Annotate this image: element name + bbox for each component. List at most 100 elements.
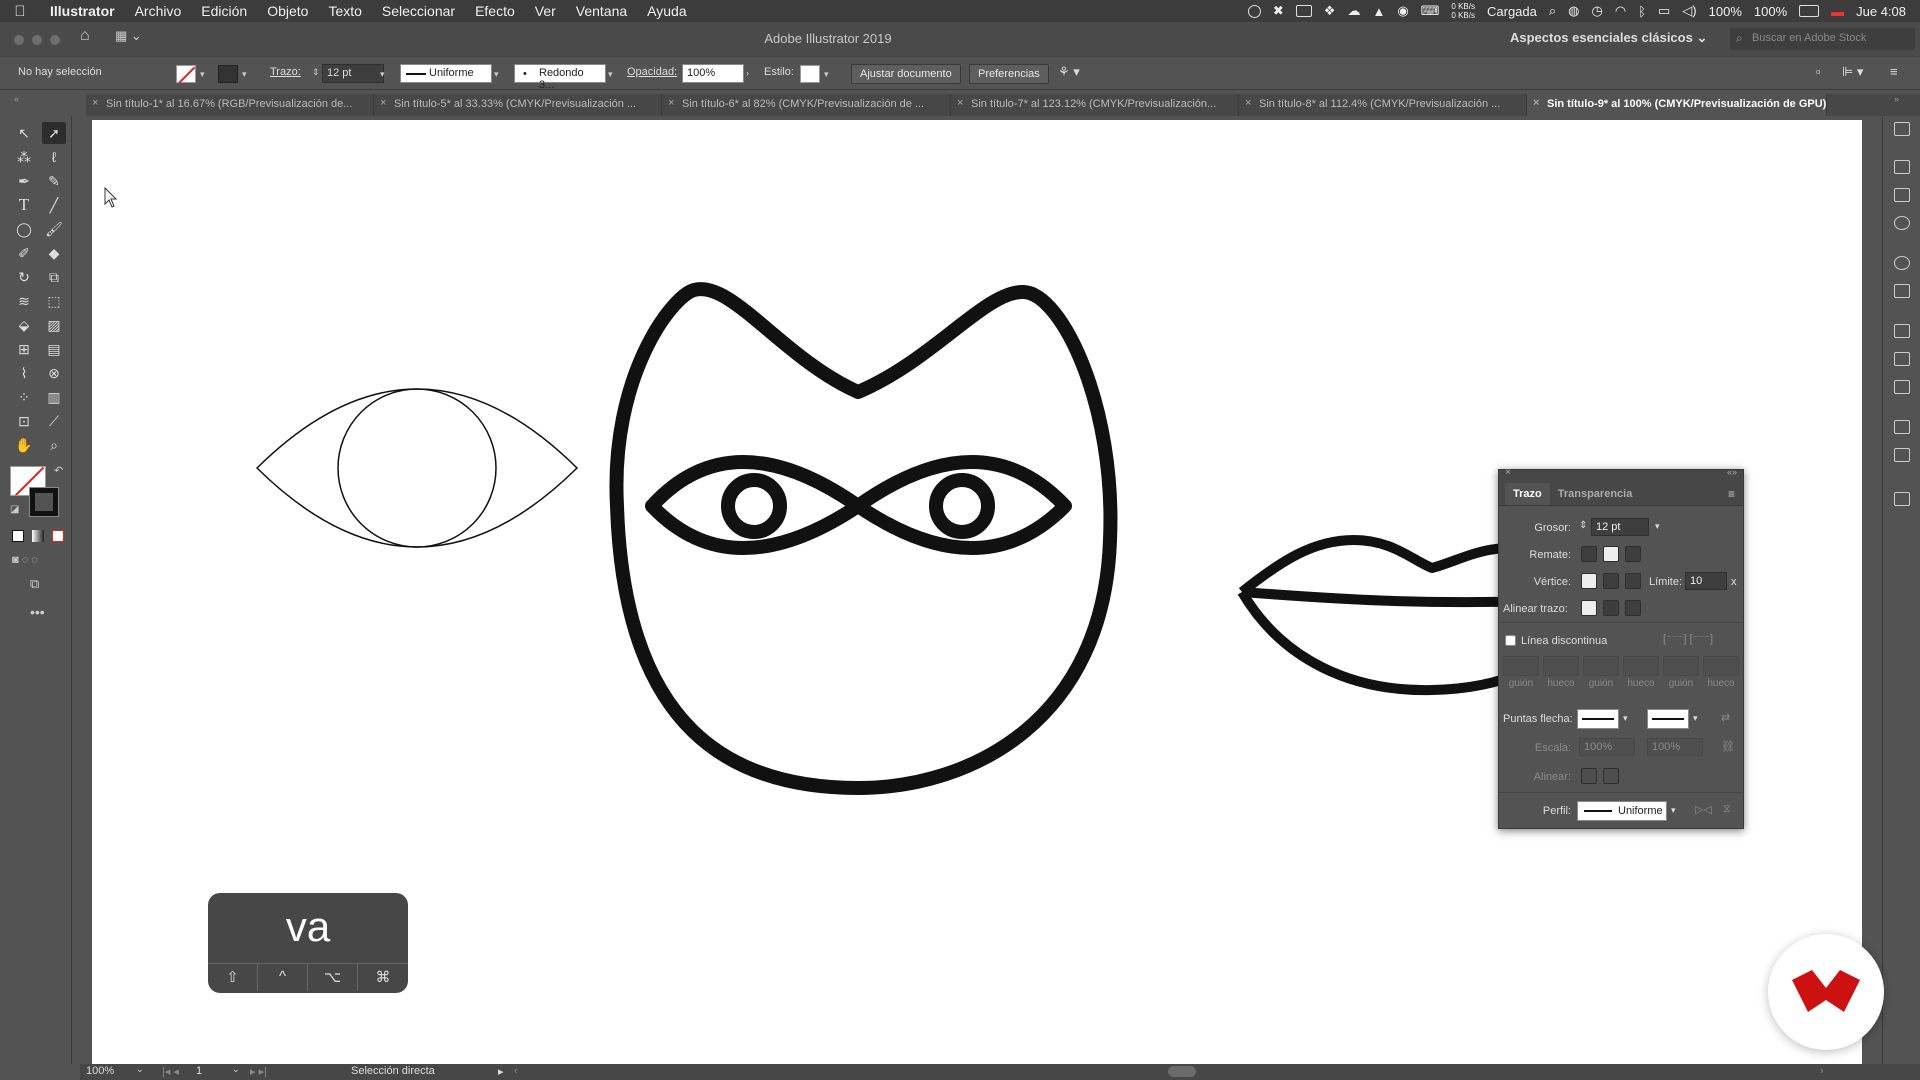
apple-menu-icon[interactable]:  [0,3,40,20]
collapse-panel-icon[interactable]: « [14,94,19,104]
free-transform-tool-icon[interactable]: ⬚ [42,290,66,312]
none-mode-icon[interactable] [52,530,64,542]
fill-swatch[interactable] [176,65,196,83]
gradient-tool-icon[interactable]: ▤ [42,338,66,360]
chevron-down-icon[interactable]: ▾ [1623,713,1628,724]
direct-selection-tool-icon[interactable]: ➚ [42,122,66,144]
close-icon[interactable]: × [957,97,963,109]
stroke-swatch[interactable] [218,65,238,83]
libraries-panel-icon[interactable] [1894,160,1910,174]
scroll-right-icon[interactable]: › [1820,1065,1824,1077]
blend-tool-icon[interactable]: ⊗ [42,362,66,384]
chevron-down-icon[interactable]: ▾ [200,69,205,80]
stepper-icon[interactable]: ⇕ [1579,520,1587,531]
collapse-panel-icon[interactable]: «» [1727,467,1737,477]
flip-along-icon[interactable]: ▷◁ [1695,803,1712,816]
end-arrowhead-select[interactable] [1647,709,1689,729]
selection-tool-icon[interactable]: ↖ [12,122,36,144]
tab-document-5[interactable]: × Sin título-5* al 33.33% (CMYK/Previsual… [374,94,662,116]
zoom-level[interactable]: 100% [86,1065,114,1077]
tab-transparency[interactable]: Transparencia [1550,483,1641,505]
dash-input-1[interactable] [1503,656,1539,676]
slice-tool-icon[interactable]: ⟋ [42,410,66,432]
projecting-cap-button[interactable] [1625,546,1641,562]
artboards-panel-icon[interactable] [1894,380,1910,394]
stroke-weight-field[interactable]: 12 pt [322,64,384,83]
creative-cloud-icon[interactable]: ☁ [1347,3,1360,19]
close-x-icon[interactable]: ✖ [1273,3,1284,19]
links-panel-icon[interactable] [1894,448,1910,462]
tab-document-8[interactable]: × Sin título-8* al 112.4% (CMYK/Previsual… [1239,94,1527,116]
preferences-button[interactable]: Preferencias [969,64,1049,84]
align-center-button[interactable] [1581,600,1597,616]
warp-tool-icon[interactable]: ≋ [12,290,36,312]
time-machine-icon[interactable]: ◷ [1592,3,1603,19]
screen-record-icon[interactable] [1247,4,1261,18]
round-cap-button[interactable] [1603,546,1619,562]
battery-label[interactable]: 100% [1754,4,1787,19]
mesh-tool-icon[interactable]: ⊞ [12,338,36,360]
status-menu-icon[interactable]: ▸ [498,1065,504,1078]
dropbox-icon[interactable]: ❖ [1324,3,1336,19]
screen-mode-icon[interactable]: ⧉ [30,576,39,592]
opacity-field[interactable]: 100% [682,64,744,83]
stroke-label[interactable]: Trazo: [270,66,301,78]
tab-stroke[interactable]: Trazo [1505,482,1550,505]
chevron-down-icon[interactable]: ⌄ [232,1064,240,1075]
graphic-style-swatch[interactable] [800,65,820,83]
brushes-panel-icon[interactable] [1894,188,1910,202]
tab-document-1[interactable]: × Sin título-1* al 16.67% (RGB/Previsuali… [86,94,374,116]
workspace-switcher[interactable]: Aspectos esenciales clásicos ⌄ [1510,30,1707,46]
hand-tool-icon[interactable]: ✋ [12,434,36,456]
bevel-join-button[interactable] [1625,573,1641,589]
dash-input-2[interactable] [1583,656,1619,676]
arrow-tip-beyond-button[interactable] [1581,768,1597,784]
tab-document-6[interactable]: × Sin título-6* al 82% (CMYK/Previsualiza… [662,94,951,116]
type-tool-icon[interactable]: T [12,194,36,216]
siri-icon[interactable]: ◍ [1568,3,1579,19]
gap-input-1[interactable] [1543,656,1579,676]
align-inside-button[interactable] [1603,600,1619,616]
stroke-color-swatch[interactable] [29,487,59,517]
artboard-tool-icon[interactable]: ⊡ [12,410,36,432]
search-icon[interactable]: ⌕ [1549,3,1556,19]
chevron-down-icon[interactable]: ▾ [242,69,247,80]
flip-across-icon[interactable]: ⧖ [1723,803,1731,816]
link-scale-icon[interactable]: ⛓ [1721,740,1735,753]
gap-input-3[interactable] [1703,656,1739,676]
close-icon[interactable]: × [92,97,98,109]
tab-document-7[interactable]: × Sin título-7* al 123.12% (CMYK/Previsua… [951,94,1239,116]
default-fill-stroke-icon[interactable]: ◪ [10,504,19,515]
chevron-down-icon[interactable]: ▾ [608,69,613,80]
arrow-tip-at-end-button[interactable] [1603,768,1619,784]
swap-fill-stroke-icon[interactable]: ↶ [54,464,63,477]
appearance-panel-icon[interactable] [1894,256,1910,270]
battery-status-label[interactable]: Cargada [1487,4,1537,19]
paintbrush-tool-icon[interactable]: 🖌 [42,218,66,240]
layers-panel-icon[interactable] [1894,324,1910,338]
shape-builder-tool-icon[interactable]: ⬙ [12,314,36,336]
chevron-down-icon[interactable]: ▾ [824,69,829,80]
eyedropper-tool-icon[interactable]: ⌇ [12,362,36,384]
arrow-end-scale[interactable]: 100% [1647,738,1703,756]
menu-archivo[interactable]: Archivo [125,3,192,19]
pen-tool-icon[interactable]: ✒ [12,170,36,192]
first-artboard-icon[interactable]: |◂ ◂ [162,1065,179,1078]
last-artboard-icon[interactable]: ▸ ▸| [250,1065,267,1078]
dash-aligned-icon[interactable]: [⁻⁻⁻] [⁻⁻⁻] [1663,632,1713,645]
eraser-tool-icon[interactable]: ◆ [42,242,66,264]
start-arrowhead-select[interactable] [1577,709,1619,729]
horizontal-scrollbar-thumb[interactable] [1168,1066,1196,1077]
close-icon[interactable]: × [1533,97,1539,109]
volume-icon[interactable]: ◁) [1682,3,1696,19]
close-icon[interactable]: × [1245,97,1251,109]
menu-ayuda[interactable]: Ayuda [637,3,696,19]
keyboard-icon[interactable]: ⌨ [1421,3,1440,19]
drive-icon[interactable]: ▲ [1372,4,1385,19]
swap-arrowheads-icon[interactable]: ⇄ [1721,711,1730,724]
chevron-down-icon[interactable]: ▾ [1671,805,1676,816]
wifi-icon[interactable]: ◠ [1615,3,1626,19]
magic-wand-tool-icon[interactable]: ⁂ [12,146,36,168]
display-icon[interactable] [1295,5,1312,17]
menu-efecto[interactable]: Efecto [465,3,525,19]
